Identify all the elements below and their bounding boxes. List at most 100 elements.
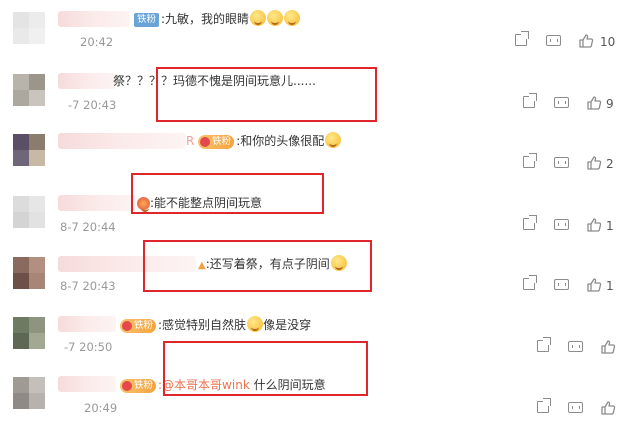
share-icon [523,93,537,108]
thumbs-up-icon [579,34,594,48]
emoji-icon [250,10,267,26]
share-button[interactable] [514,31,530,49]
blurred-username[interactable] [58,73,116,89]
comment-actions [536,337,617,359]
comment-content: R 铁粉:和你的头像很配 [186,131,342,151]
comment-actions: 2 [522,153,617,175]
comment-text: :和你的头像很配 [236,134,325,148]
share-button[interactable] [536,337,552,355]
reply-button[interactable] [568,400,584,416]
blurred-username[interactable] [58,11,130,27]
comment-time: -7 20:50 [64,340,113,354]
share-button[interactable] [522,93,538,111]
like-count: 2 [606,157,614,171]
comment-row-1: 铁粉:九敏，我的眼睛 20:42 10 [0,6,617,66]
comment-row-6: 铁粉:感觉特别自然肤 像是没穿 -7 20:50 [0,312,617,372]
like-button[interactable] [578,33,594,49]
comment-row-3: R 铁粉:和你的头像很配 2 [0,128,617,188]
comment-content: 铁粉:感觉特别自然肤 像是没穿 [120,315,311,335]
thumbs-up-icon [587,218,602,232]
emoji-icon [247,316,264,332]
blurred-username[interactable] [58,195,136,211]
mention-link[interactable]: :@本哥本哥wink [158,378,250,392]
comment-row-5: ▲:还写着祭，有点子阴间 8-7 20:43 1 [0,251,617,311]
share-button[interactable] [522,215,538,233]
fan-badge-icon: ▲ [198,260,206,271]
comment-content: 祭？？？？玛德不愧是阴间玩意儿...... [113,71,316,91]
reply-button[interactable] [554,217,570,233]
comment-time: -7 20:43 [68,98,117,112]
blurred-username[interactable] [58,376,116,392]
avatar[interactable] [13,377,45,409]
comment-row-2: 祭？？？？玛德不愧是阴间玩意儿...... -7 20:43 9 [0,67,617,127]
reply-button[interactable] [554,277,570,293]
thumbs-up-icon [587,96,602,110]
comment-time: 20:42 [80,35,114,49]
comment-icon [554,279,569,290]
reply-button[interactable] [568,339,584,355]
avatar[interactable] [13,196,45,228]
thumbs-up-icon [601,401,616,415]
share-button[interactable] [522,153,538,171]
thumbs-up-icon [587,278,602,292]
share-icon [537,398,551,413]
comment-content: 铁粉:@本哥本哥wink 什么阴间玩意 [120,375,326,395]
fan-badge-icon [137,197,150,212]
share-icon [523,153,537,168]
reply-button[interactable] [554,155,570,171]
emoji-icon [330,255,347,271]
avatar[interactable] [13,317,45,349]
comment-text-before: :感觉特别自然肤 [158,318,247,332]
like-button[interactable] [586,155,602,171]
name-tail: R [186,134,195,148]
like-button[interactable] [600,339,616,355]
comment-content: 铁粉:九敏，我的眼睛 [134,9,301,29]
thumbs-up-icon [601,340,616,354]
comment-content: :能不能整点阴间玩意 [136,193,262,213]
comment-text: 祭？？？？玛德不愧是阴间玩意儿...... [113,74,316,88]
avatar[interactable] [13,257,45,289]
avatar[interactable] [13,74,45,106]
like-button[interactable] [600,400,616,416]
comment-row-4: :能不能整点阴间玩意 8-7 20:44 1 [0,190,617,250]
share-button[interactable] [536,398,552,416]
comment-icon [546,35,561,46]
share-icon [515,31,529,46]
like-count: 1 [606,219,614,233]
comment-text: :能不能整点阴间玩意 [150,196,263,210]
share-button[interactable] [522,275,538,293]
comment-actions [536,398,617,420]
comment-actions: 9 [522,93,617,115]
emoji-icon [284,10,301,26]
comment-actions: 1 [522,215,617,237]
comment-time: 8-7 20:44 [60,220,116,234]
avatar[interactable] [13,12,45,44]
comment-text-after: 像是没穿 [263,318,312,332]
share-icon [537,337,551,352]
reply-button[interactable] [546,33,562,49]
fan-badge: 铁粉 [120,319,157,333]
avatar[interactable] [13,134,45,166]
reply-button[interactable] [554,95,570,111]
blurred-username[interactable] [58,316,116,332]
comment-text: :九敏，我的眼睛 [161,12,250,26]
comment-text: :还写着祭，有点子阴间 [205,257,330,271]
like-count: 10 [600,35,616,49]
like-button[interactable] [586,217,602,233]
share-icon [523,215,537,230]
comment-text: 什么阴间玩意 [249,378,326,392]
like-count: 9 [606,97,614,111]
comment-icon [568,341,583,352]
fan-badge: 铁粉 [120,379,157,393]
comment-icon [554,97,569,108]
comment-row-7: 铁粉:@本哥本哥wink 什么阴间玩意 20:49 [0,372,617,432]
like-button[interactable] [586,95,602,111]
share-icon [523,275,537,290]
comment-time: 8-7 20:43 [60,279,116,293]
blurred-username[interactable] [58,256,196,272]
fan-badge: 铁粉 [198,135,235,149]
comment-icon [568,402,583,413]
comment-actions: 1 [522,275,617,297]
like-button[interactable] [586,277,602,293]
blurred-username[interactable] [58,133,186,149]
